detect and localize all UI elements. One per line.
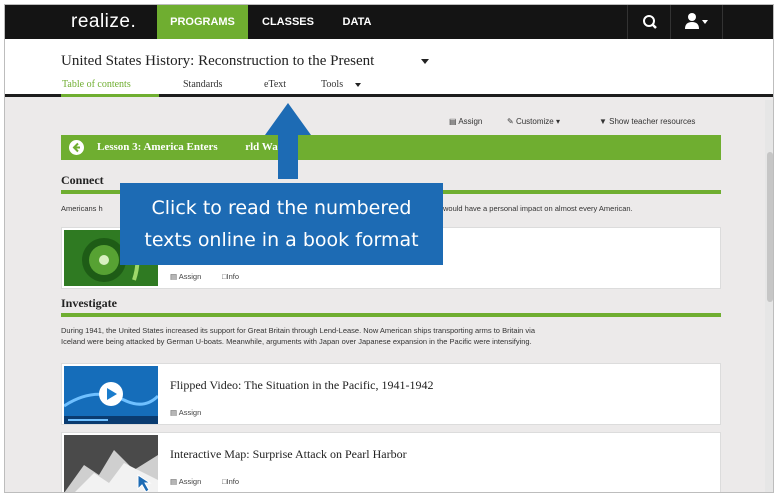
map-photo-icon [64,435,158,492]
customize-action[interactable]: ✎ Customize ▾ [507,117,560,126]
video-play-icon [64,366,158,424]
scrollbar-thumb[interactable] [767,152,773,302]
assign-icon: ▤ [449,117,459,126]
course-header: United States History: Reconstruction to… [5,39,773,97]
connect-info-link[interactable]: □Info [222,272,239,281]
lesson-bar: Lesson 3: America Enters rld War II [61,135,721,160]
nav-classes[interactable]: CLASSES [257,5,319,39]
user-icon [685,13,708,29]
connect-text-left: Americans h [61,204,103,213]
pin-icon: ▼ [599,117,610,126]
assign-label: Assign [458,117,483,126]
realize-logo[interactable]: realize. [71,11,136,33]
interactive-map-assign-link[interactable]: ▤ Assign [170,477,201,486]
interactive-map-card[interactable]: Interactive Map: Surprise Attack on Pear… [61,432,721,492]
search-icon [643,15,657,29]
back-arrow-icon[interactable] [69,140,84,155]
tab-tools[interactable]: Tools [321,79,343,90]
nav-programs[interactable]: PROGRAMS [157,5,248,39]
connect-heading: Connect [61,173,104,187]
nav-data[interactable]: DATA [331,5,383,39]
lesson-title-left: Lesson 3: America Enters [97,141,218,153]
assign-label: Assign [178,408,202,417]
info-label: Info [226,272,240,281]
assign-action[interactable]: ▤ Assign [449,117,482,126]
chevron-down-icon[interactable] [421,59,429,64]
investigate-text-line2: Iceland were being attacked by German U-… [61,337,532,346]
active-tab-indicator [61,94,159,97]
assign-label: Assign [178,272,202,281]
pencil-icon: ✎ [507,117,516,126]
customize-label: Customize [515,117,554,126]
scrollbar[interactable] [765,100,773,492]
flipped-video-card[interactable]: Flipped Video: The Situation in the Paci… [61,363,721,425]
assign-label: Assign [178,477,202,486]
connect-assign-link[interactable]: ▤ Assign [170,272,201,281]
flipped-video-thumbnail[interactable] [64,366,158,424]
etext-callout: Click to read the numbered texts online … [120,183,443,265]
tab-standards[interactable]: Standards [183,79,222,90]
flipped-video-assign-link[interactable]: ▤ Assign [170,408,201,417]
assign-icon: ▤ [170,408,179,417]
interactive-map-info-link[interactable]: □Info [222,477,239,486]
tab-table-of-contents[interactable]: Table of contents [62,79,131,90]
interactive-map-thumbnail[interactable] [64,435,158,492]
callout-arrow-icon [265,103,311,179]
user-menu-button[interactable] [671,5,723,39]
investigate-text-line1: During 1941, the United States increased… [61,326,535,335]
info-label: Info [226,477,240,486]
investigate-rule [61,313,721,317]
callout-line2: texts online in a book format [144,229,419,251]
search-button[interactable] [627,5,671,39]
callout-line1: Click to read the numbered [151,197,412,219]
top-nav: realize. PROGRAMS CLASSES DATA [5,5,773,39]
flipped-video-title[interactable]: Flipped Video: The Situation in the Paci… [170,378,433,393]
investigate-heading: Investigate [61,296,117,310]
course-title[interactable]: United States History: Reconstruction to… [61,53,374,70]
tools-chevron-down-icon [355,83,361,87]
show-teacher-resources[interactable]: ▼ Show teacher resources [599,117,695,126]
interactive-map-title[interactable]: Interactive Map: Surprise Attack on Pear… [170,447,407,462]
assign-icon: ▤ [170,272,179,281]
app-frame: realize. PROGRAMS CLASSES DATA United St… [4,4,774,493]
assign-icon: ▤ [170,477,179,486]
tab-etext[interactable]: eText [264,79,286,90]
resources-label: Show teacher resources [609,117,696,126]
chevron-down-icon: ▾ [553,117,560,126]
connect-text-right: would have a personal impact on almost e… [443,204,633,213]
arrow-left-icon [72,142,80,153]
